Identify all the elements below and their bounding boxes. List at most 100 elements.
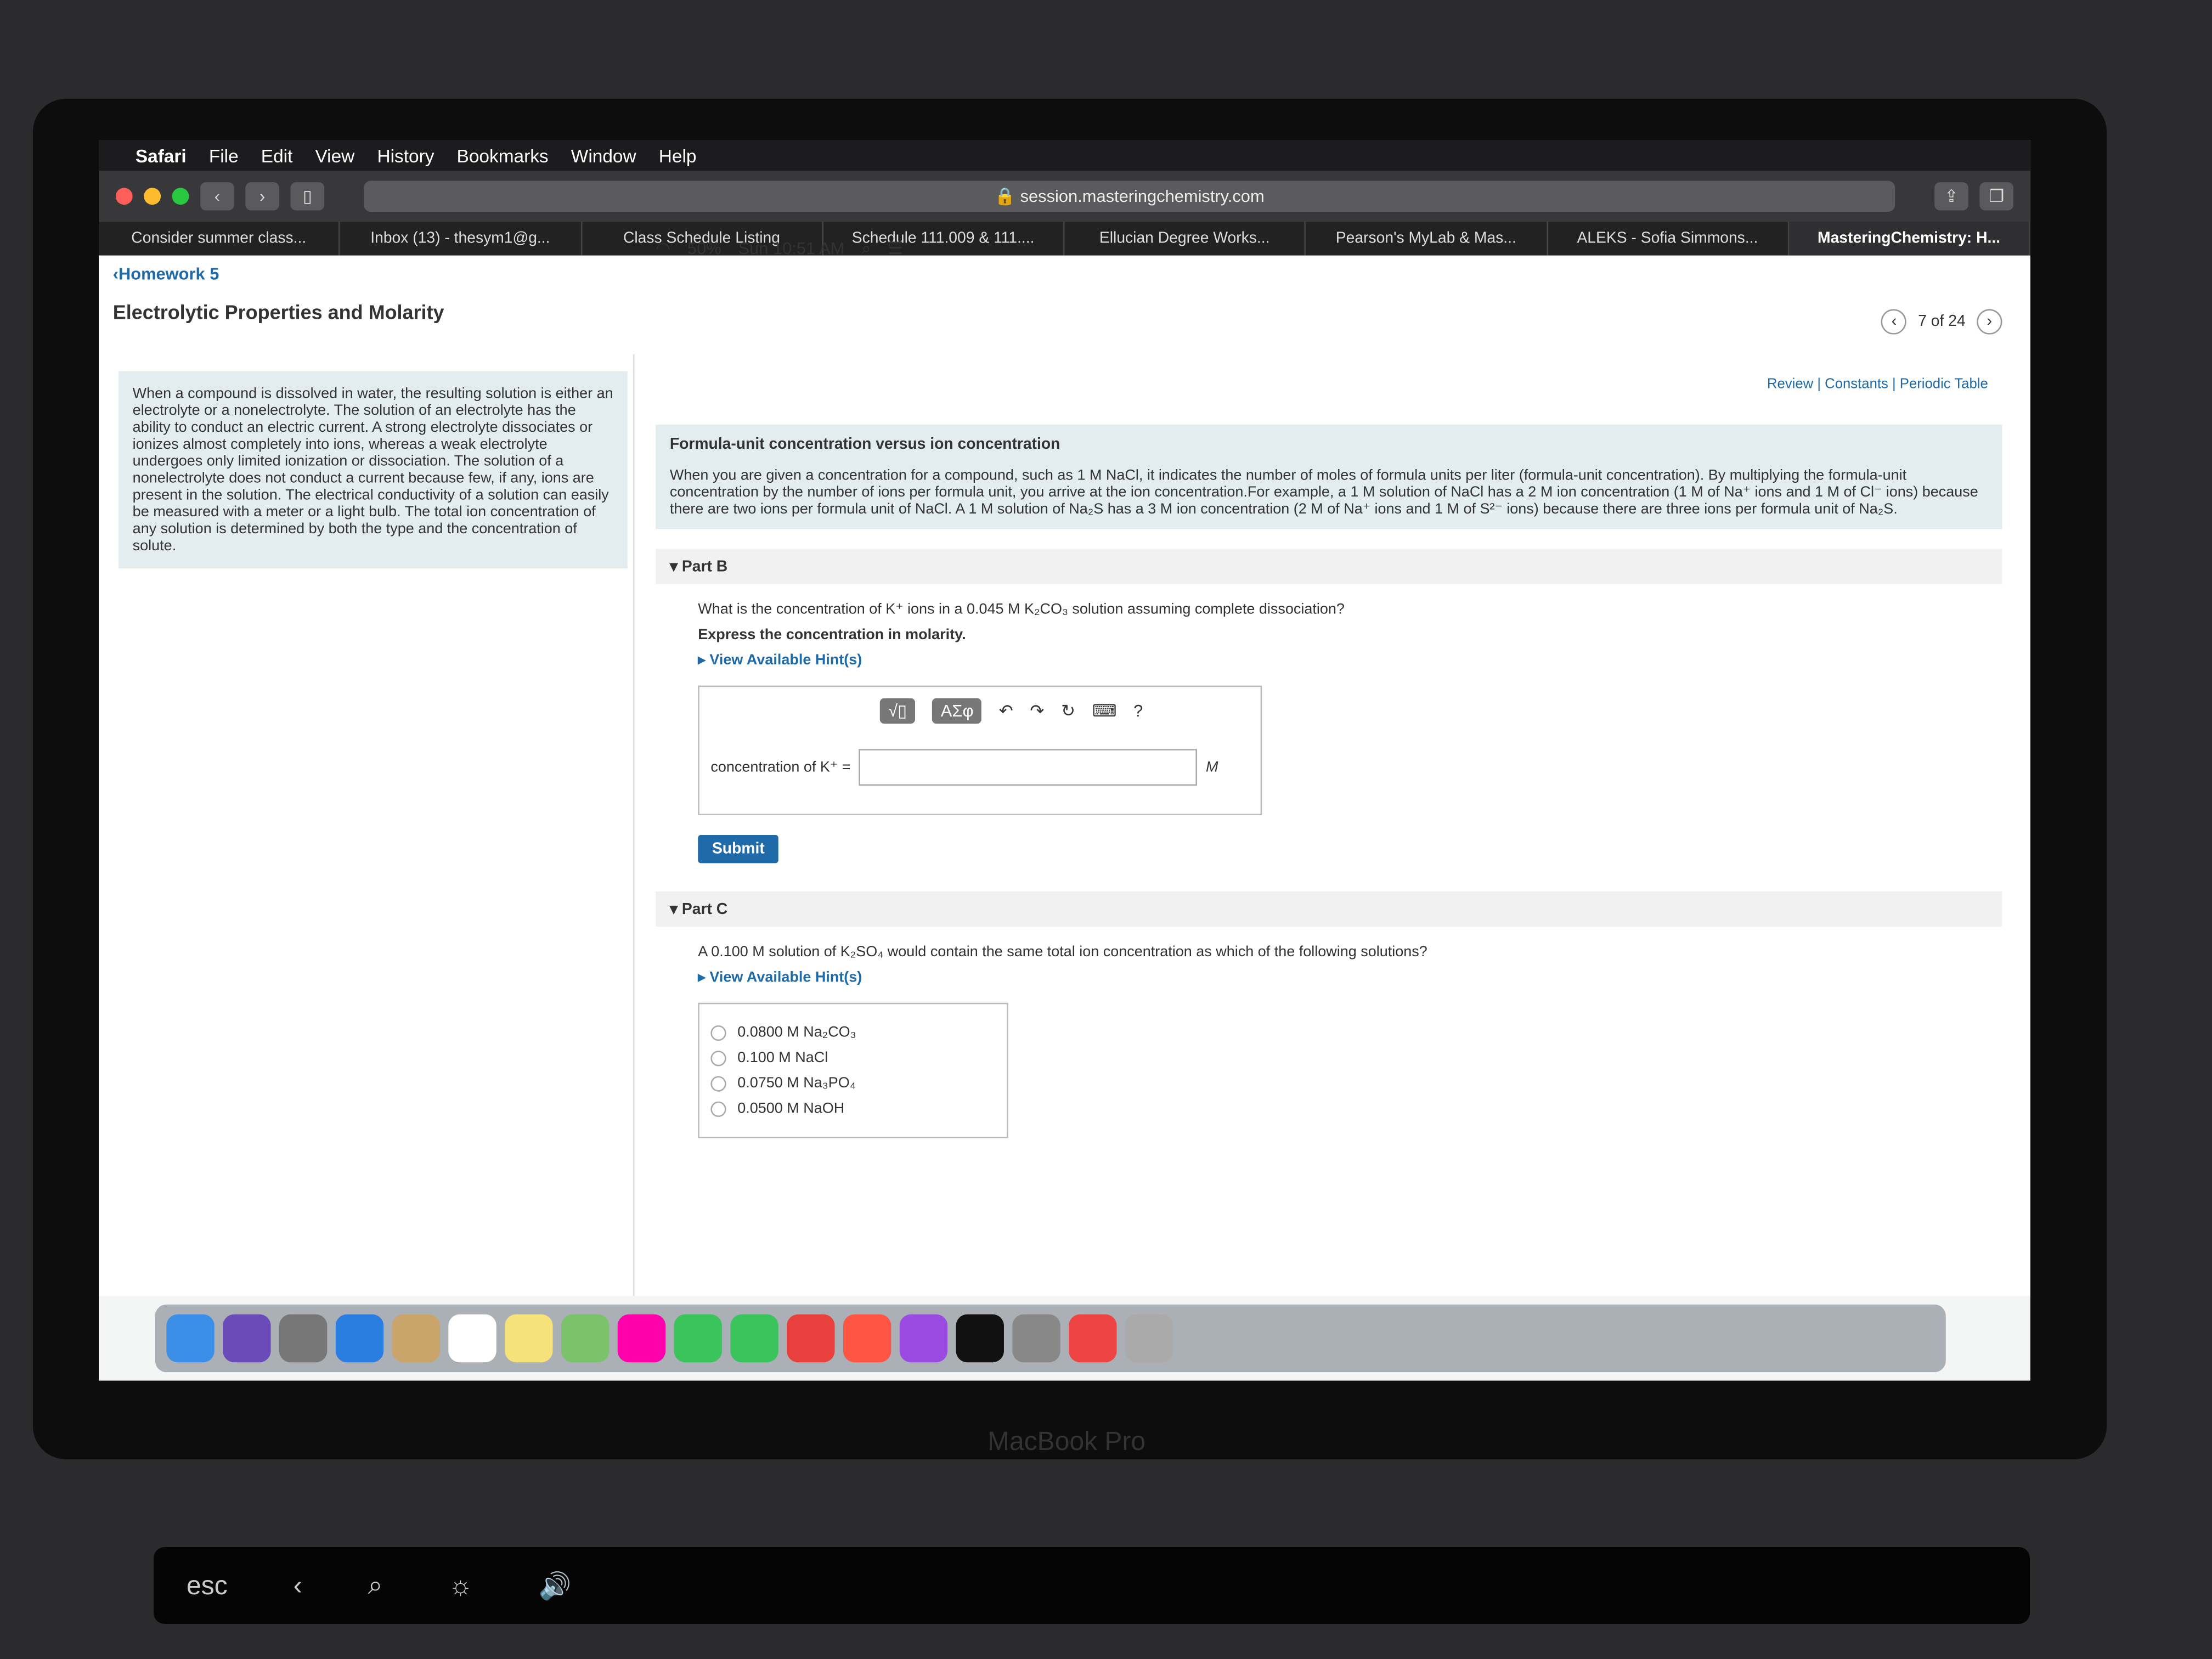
concentration-input[interactable] [859,749,1198,786]
pager-label: 7 of 24 [1918,313,1966,330]
messages-icon[interactable] [674,1314,722,1363]
laptop-label: MacBook Pro [988,1427,1146,1456]
hint-label: View Available Hint(s) [709,651,862,669]
part-c-header[interactable]: ▾ Part C [656,891,2002,927]
info-box-text: When you are given a concentration for a… [669,467,1978,518]
part-b-label: Part B [681,558,728,576]
news-icon[interactable] [787,1314,835,1363]
templates-button[interactable]: √▯ [879,698,916,724]
chrome-icon[interactable] [1069,1314,1117,1363]
part-b-header[interactable]: ▾ Part B [656,549,2002,584]
reset-icon[interactable]: ↻ [1061,701,1075,721]
sidebar-icon[interactable]: ▯ [290,182,325,211]
tab[interactable]: Inbox (13) - thesym1@g... [340,222,582,256]
radio[interactable] [710,1101,726,1116]
launchpad-icon[interactable] [279,1314,328,1363]
photos-icon[interactable] [617,1314,666,1363]
part-c-hint-link[interactable]: ▸ View Available Hint(s) [656,963,2002,991]
browser-toolbar: ‹ › ▯ 🔒 session.masteringchemistry.com ⇪… [99,171,2030,222]
music-icon[interactable] [843,1314,891,1363]
option-label: 0.100 M NaCl [737,1049,828,1066]
menu-bookmarks[interactable]: Bookmarks [457,145,549,166]
prev-icon[interactable]: ‹ [1881,309,1907,335]
part-b-hint-link[interactable]: ▸ View Available Hint(s) [656,646,2002,674]
keyboard-icon[interactable]: ⌨ [1092,701,1117,721]
address-bar[interactable]: 🔒 session.masteringchemistry.com [364,180,1895,212]
dock [155,1304,1946,1373]
part-b-question: What is the concentration of K⁺ ions in … [698,601,1345,618]
resource-links[interactable]: Review | Constants | Periodic Table [1767,377,1988,392]
math-toolbar: √▯ ΑΣφ ↶ ↷ ↻ ⌨ ? [879,698,1249,724]
share-icon[interactable]: ⇪ [1934,182,1968,211]
podcasts-icon[interactable] [899,1314,948,1363]
zoom-button[interactable] [172,188,189,205]
redo-icon[interactable]: ↷ [1030,701,1044,721]
close-button[interactable] [115,188,133,205]
tab[interactable]: Consider summer class... [99,222,341,256]
option-label: 0.0800 M Na₂CO₃ [737,1024,856,1041]
back-button[interactable]: ‹ [200,182,234,211]
option-label: 0.0750 M Na₃PO₄ [737,1074,856,1092]
help-icon[interactable]: ? [1133,701,1143,721]
right-panel: Review | Constants | Periodic Table Form… [656,354,2002,1296]
radio[interactable] [710,1075,726,1091]
forward-button[interactable]: › [245,182,279,211]
settings-icon[interactable] [1012,1314,1060,1363]
greek-button[interactable]: ΑΣφ [932,698,982,724]
screen: Safari File Edit View History Bookmarks … [99,140,2030,1381]
part-c-label: Part C [681,901,728,918]
menu-bar: Safari File Edit View History Bookmarks … [99,140,2030,258]
intro-text: When a compound is dissolved in water, t… [118,371,628,569]
part-c-question: A 0.100 M solution of K₂SO₄ would contai… [698,943,1427,961]
menu-help[interactable]: Help [659,145,697,166]
option-label: 0.0500 M NaOH [737,1100,845,1118]
esc-key[interactable]: esc [187,1571,228,1601]
pager: ‹ 7 of 24 › [1881,309,2002,335]
notes-icon[interactable] [505,1314,553,1363]
option[interactable]: 0.0800 M Na₂CO₃ [710,1024,995,1041]
breadcrumb[interactable]: ‹Homework 5 [113,264,2017,284]
siri-icon[interactable] [223,1314,271,1363]
page: ‹Homework 5 Electrolytic Properties and … [99,255,2030,1296]
finder-icon[interactable] [166,1314,215,1363]
answer-box: √▯ ΑΣφ ↶ ↷ ↻ ⌨ ? concentration of K⁺ = M [698,685,1262,816]
option[interactable]: 0.0750 M Na₃PO₄ [710,1075,995,1092]
menu-history[interactable]: History [377,145,434,166]
calendar-icon[interactable] [448,1314,496,1363]
touch-bar: esc ‹ ⌕ ☼ 🔊 [154,1547,2030,1624]
submit-button[interactable]: Submit [698,835,779,864]
url-text: session.masteringchemistry.com [1020,186,1265,206]
menu-view[interactable]: View [315,145,354,166]
menu-window[interactable]: Window [571,145,636,166]
part-b-instruction: Express the concentration in molarity. [698,626,966,644]
menu-edit[interactable]: Edit [261,145,293,166]
maps-icon[interactable] [561,1314,610,1363]
volume-icon[interactable]: 🔊 [539,1570,572,1601]
info-box-title: Formula-unit concentration versus ion co… [669,436,1060,453]
radio[interactable] [710,1049,726,1066]
facetime-icon[interactable] [730,1314,778,1363]
trash-icon[interactable] [1125,1314,1173,1363]
search-icon[interactable]: ⌕ [368,1570,383,1601]
breadcrumb-label[interactable]: Homework 5 [119,264,219,284]
radio[interactable] [710,1024,726,1040]
contacts-icon[interactable] [392,1314,440,1363]
next-icon[interactable]: › [1977,309,2002,335]
input-label: concentration of K⁺ = [710,759,851,776]
menu-app[interactable]: Safari [136,145,187,166]
safari-icon[interactable] [335,1314,384,1363]
unit-label: M [1206,759,1218,776]
brightness-icon[interactable]: ☼ [449,1571,473,1601]
page-title: Electrolytic Properties and Molarity [112,300,444,324]
menu-file[interactable]: File [209,145,239,166]
minimize-button[interactable] [144,188,161,205]
hint-label: View Available Hint(s) [709,969,862,986]
tabs-icon[interactable]: ❐ [1979,182,2014,211]
undo-icon[interactable]: ↶ [999,701,1013,721]
info-box: Formula-unit concentration versus ion co… [656,425,2002,529]
option[interactable]: 0.0500 M NaOH [710,1100,995,1117]
options-list: 0.0800 M Na₂CO₃ 0.100 M NaCl 0.0750 M Na… [698,1002,1008,1138]
back-icon[interactable]: ‹ [294,1571,302,1601]
option[interactable]: 0.100 M NaCl [710,1049,995,1066]
tv-icon[interactable] [956,1314,1004,1363]
